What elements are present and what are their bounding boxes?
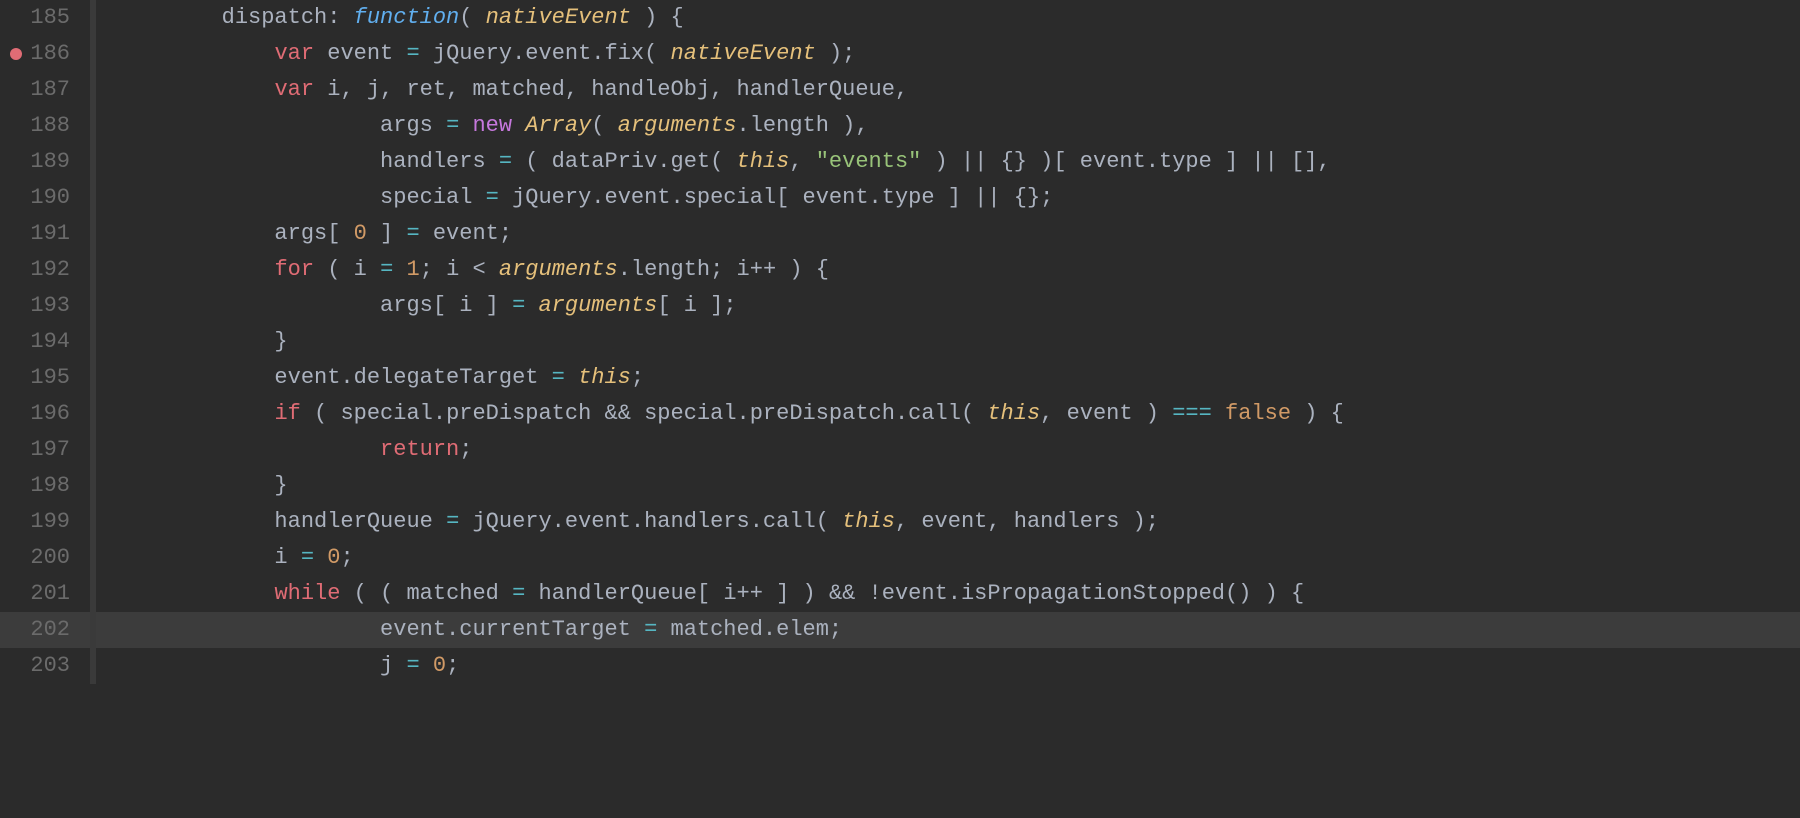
line-number: 203 [0, 650, 90, 682]
code-line: 193 args[ i ] = arguments[ i ]; [0, 288, 1800, 324]
code-content: args = new Array( arguments.length ), [96, 110, 1800, 142]
code-content: event.delegateTarget = this; [96, 362, 1800, 394]
code-content: var i, j, ret, matched, handleObj, handl… [96, 74, 1800, 106]
code-line: 192 for ( i = 1; i < arguments.length; i… [0, 252, 1800, 288]
line-number: 188 [0, 110, 90, 142]
code-content: handlers = ( dataPriv.get( this, "events… [96, 146, 1800, 178]
line-number: 189 [0, 146, 90, 178]
breakpoint-dot [10, 48, 22, 60]
line-number: 199 [0, 506, 90, 538]
code-content: event.currentTarget = matched.elem; [96, 614, 1800, 646]
line-number: 186 [0, 38, 90, 70]
line-number: 192 [0, 254, 90, 286]
code-line: 194 } [0, 324, 1800, 360]
line-number: 190 [0, 182, 90, 214]
code-line: 202 event.currentTarget = matched.elem; [0, 612, 1800, 648]
code-content: args[ 0 ] = event; [96, 218, 1800, 250]
code-line: 189 handlers = ( dataPriv.get( this, "ev… [0, 144, 1800, 180]
code-line: 195 event.delegateTarget = this; [0, 360, 1800, 396]
code-editor: 185 dispatch: function( nativeEvent ) {1… [0, 0, 1800, 818]
code-line: 188 args = new Array( arguments.length )… [0, 108, 1800, 144]
line-number: 202 [0, 614, 90, 646]
code-content: } [96, 326, 1800, 358]
line-number: 197 [0, 434, 90, 466]
line-number: 196 [0, 398, 90, 430]
code-content: while ( ( matched = handlerQueue[ i++ ] … [96, 578, 1800, 610]
code-content: var event = jQuery.event.fix( nativeEven… [96, 38, 1800, 70]
code-content: return; [96, 434, 1800, 466]
code-line: 203 j = 0; [0, 648, 1800, 684]
code-line: 199 handlerQueue = jQuery.event.handlers… [0, 504, 1800, 540]
line-number: 198 [0, 470, 90, 502]
line-number: 194 [0, 326, 90, 358]
code-content: handlerQueue = jQuery.event.handlers.cal… [96, 506, 1800, 538]
code-line: 201 while ( ( matched = handlerQueue[ i+… [0, 576, 1800, 612]
code-content: if ( special.preDispatch && special.preD… [96, 398, 1800, 430]
line-number: 195 [0, 362, 90, 394]
code-line: 191 args[ 0 ] = event; [0, 216, 1800, 252]
line-number: 201 [0, 578, 90, 610]
code-line: 186 var event = jQuery.event.fix( native… [0, 36, 1800, 72]
code-content: i = 0; [96, 542, 1800, 574]
code-content: } [96, 470, 1800, 502]
line-number: 191 [0, 218, 90, 250]
code-content: j = 0; [96, 650, 1800, 682]
code-line: 198 } [0, 468, 1800, 504]
code-content: special = jQuery.event.special[ event.ty… [96, 182, 1800, 214]
line-number: 187 [0, 74, 90, 106]
code-content: dispatch: function( nativeEvent ) { [96, 2, 1800, 34]
line-number: 193 [0, 290, 90, 322]
code-content: for ( i = 1; i < arguments.length; i++ )… [96, 254, 1800, 286]
code-line: 197 return; [0, 432, 1800, 468]
code-line: 200 i = 0; [0, 540, 1800, 576]
line-number: 200 [0, 542, 90, 574]
code-line: 185 dispatch: function( nativeEvent ) { [0, 0, 1800, 36]
code-line: 196 if ( special.preDispatch && special.… [0, 396, 1800, 432]
code-line: 190 special = jQuery.event.special[ even… [0, 180, 1800, 216]
code-content: args[ i ] = arguments[ i ]; [96, 290, 1800, 322]
code-line: 187 var i, j, ret, matched, handleObj, h… [0, 72, 1800, 108]
line-number: 185 [0, 2, 90, 34]
